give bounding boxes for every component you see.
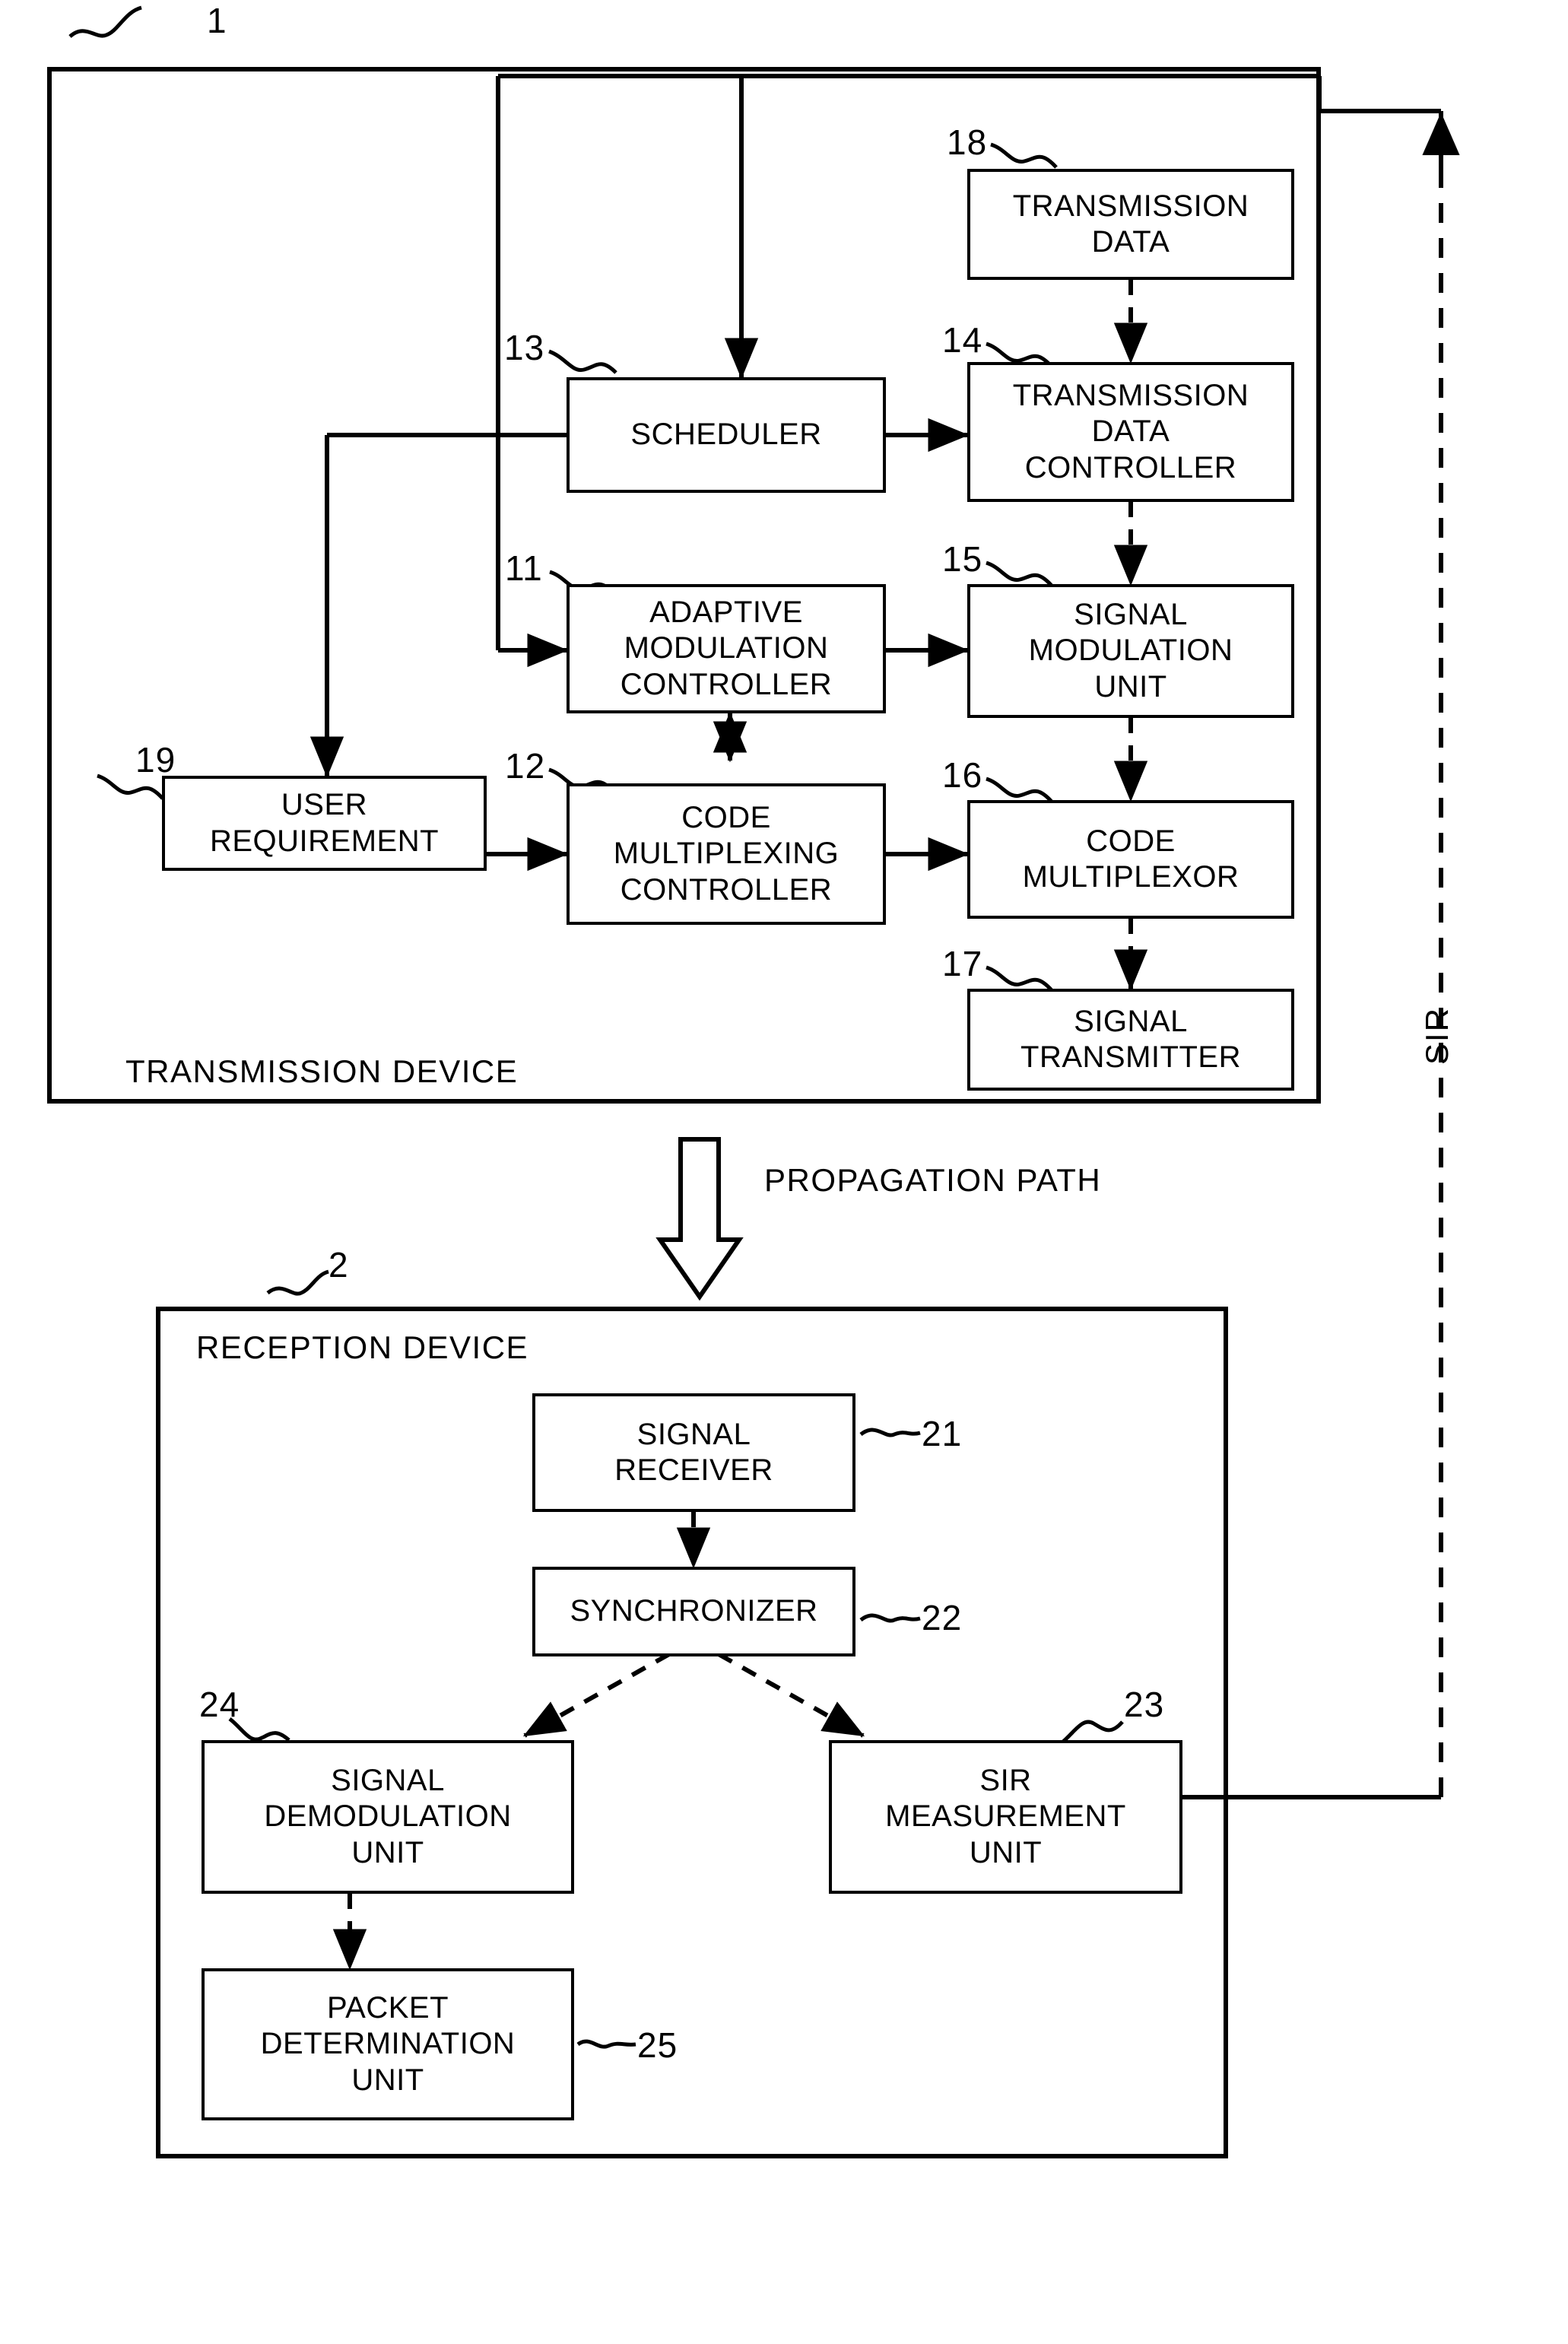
block-transmission-data-label: TRANSMISSION DATA	[1012, 189, 1249, 259]
block-signal-receiver-label: SIGNAL RECEIVER	[614, 1417, 773, 1487]
block-synchronizer[interactable]: SYNCHRONIZER	[532, 1567, 855, 1656]
block-scheduler[interactable]: SCHEDULER	[567, 377, 886, 493]
block-signal-receiver[interactable]: SIGNAL RECEIVER	[532, 1393, 855, 1512]
ref-number-14: 14	[942, 320, 983, 360]
block-code-multiplexor[interactable]: CODE MULTIPLEXOR	[967, 800, 1294, 919]
ref-number-2: 2	[329, 1245, 349, 1285]
sir-feedback-label: SIR	[1419, 1006, 1455, 1065]
propagation-path-label: PROPAGATION PATH	[764, 1162, 1102, 1198]
block-code-multiplexing-controller-label: CODE MULTIPLEXING CONTROLLER	[613, 801, 840, 907]
ref-number-13: 13	[504, 328, 545, 367]
block-user-requirement[interactable]: USER REQUIREMENT	[162, 776, 487, 871]
block-signal-transmitter-label: SIGNAL TRANSMITTER	[1020, 1004, 1241, 1074]
block-user-requirement-label: USER REQUIREMENT	[209, 788, 440, 858]
ref-number-17: 17	[942, 944, 983, 983]
block-transmission-data-controller-label: TRANSMISSION DATA CONTROLLER	[1012, 379, 1249, 484]
ref-number-24: 24	[199, 1685, 240, 1724]
block-adaptive-modulation-controller-label: ADAPTIVE MODULATION CONTROLLER	[620, 596, 833, 701]
reception-device-label: RECEPTION DEVICE	[196, 1329, 529, 1365]
ref-number-15: 15	[942, 539, 983, 579]
block-signal-demodulation-unit-label: SIGNAL DEMODULATION UNIT	[264, 1764, 512, 1869]
ref-number-12: 12	[505, 746, 546, 786]
block-sir-measurement-unit-label: SIR MEASUREMENT UNIT	[885, 1764, 1126, 1869]
block-signal-transmitter[interactable]: SIGNAL TRANSMITTER	[967, 989, 1294, 1091]
block-transmission-data[interactable]: TRANSMISSION DATA	[967, 169, 1294, 280]
block-code-multiplexing-controller[interactable]: CODE MULTIPLEXING CONTROLLER	[567, 783, 886, 925]
ref-number-19: 19	[135, 740, 176, 780]
ref-number-25: 25	[637, 2025, 678, 2065]
figure-canvas: 1 TRANSMISSION DEVICE 18 TRANSMISSION DA…	[0, 0, 1568, 2344]
block-code-multiplexor-label: CODE MULTIPLEXOR	[1022, 824, 1239, 894]
transmission-device-label: TRANSMISSION DEVICE	[125, 1053, 519, 1089]
block-signal-demodulation-unit[interactable]: SIGNAL DEMODULATION UNIT	[202, 1740, 574, 1894]
block-packet-determination-unit[interactable]: PACKET DETERMINATION UNIT	[202, 1968, 574, 2120]
ref-number-1: 1	[207, 1, 227, 40]
block-synchronizer-label: SYNCHRONIZER	[570, 1594, 818, 1628]
block-signal-modulation-unit[interactable]: SIGNAL MODULATION UNIT	[967, 584, 1294, 718]
block-sir-measurement-unit[interactable]: SIR MEASUREMENT UNIT	[829, 1740, 1182, 1894]
ref-number-18: 18	[947, 122, 988, 162]
ref-number-23: 23	[1124, 1685, 1165, 1724]
block-adaptive-modulation-controller[interactable]: ADAPTIVE MODULATION CONTROLLER	[567, 584, 886, 713]
block-signal-modulation-unit-label: SIGNAL MODULATION UNIT	[1028, 598, 1233, 704]
block-transmission-data-controller[interactable]: TRANSMISSION DATA CONTROLLER	[967, 362, 1294, 502]
block-packet-determination-unit-label: PACKET DETERMINATION UNIT	[260, 1991, 516, 2097]
ref-number-21: 21	[922, 1414, 963, 1453]
block-scheduler-label: SCHEDULER	[630, 418, 822, 452]
ref-number-22: 22	[922, 1598, 963, 1637]
ref-number-11: 11	[505, 548, 543, 588]
ref-number-16: 16	[942, 755, 983, 795]
